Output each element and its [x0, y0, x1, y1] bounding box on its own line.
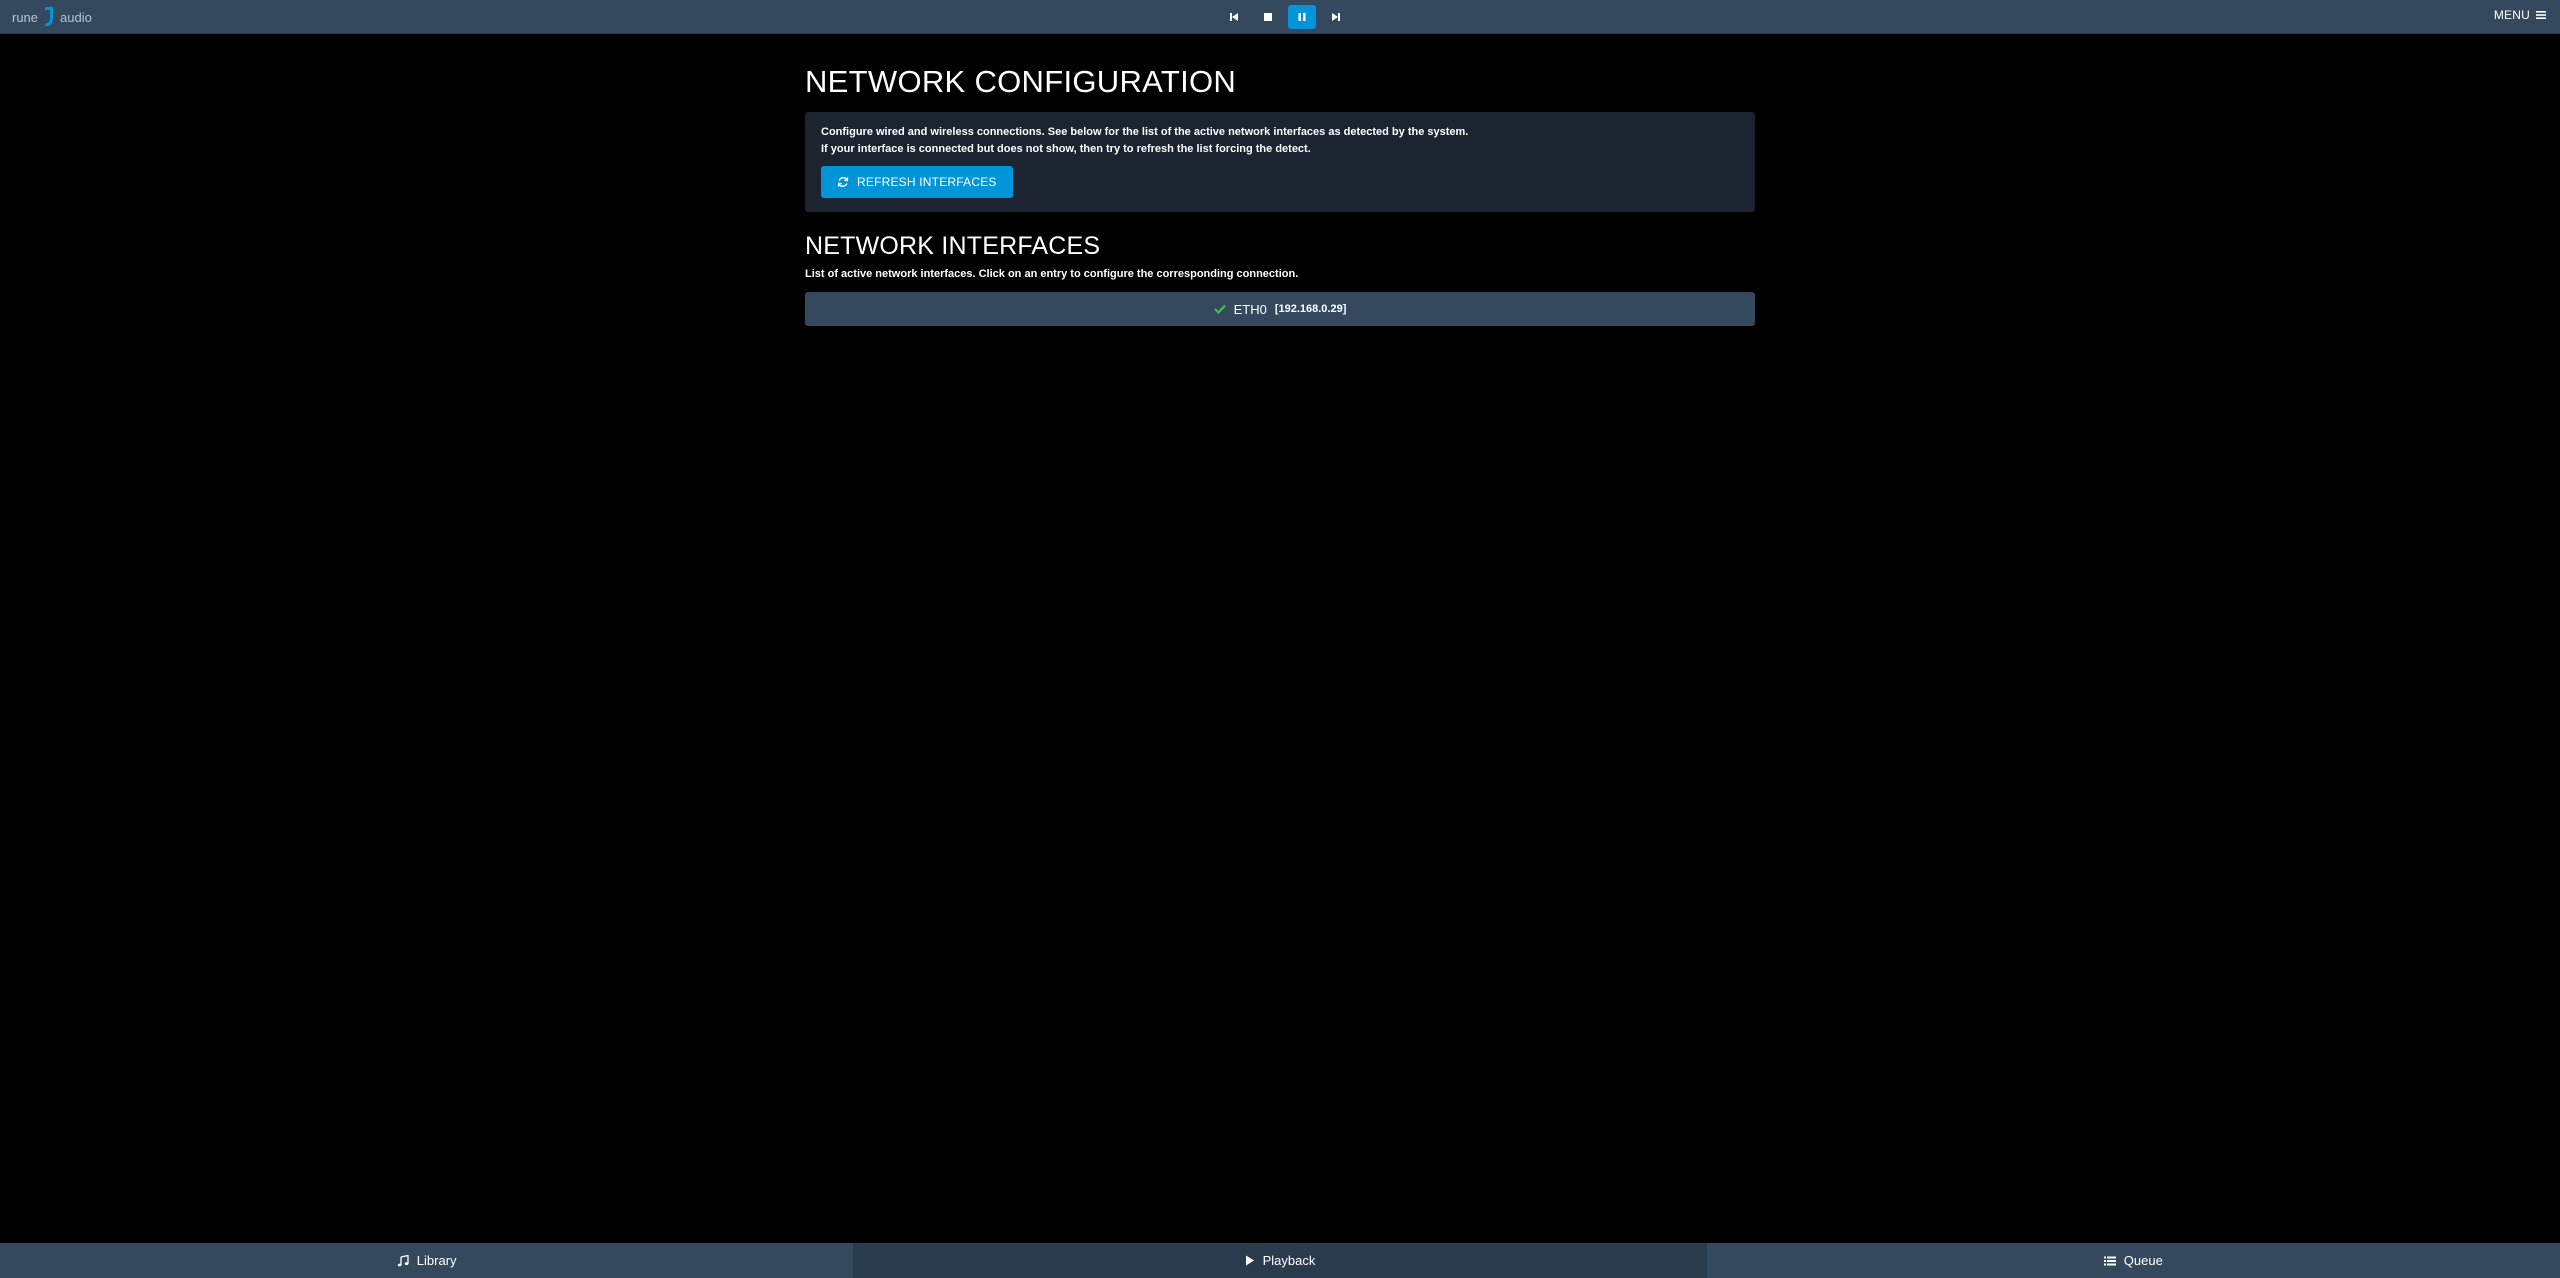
- list-icon: [2103, 1256, 2116, 1265]
- music-note-icon: [397, 1254, 409, 1266]
- step-backward-icon: [1230, 13, 1238, 21]
- rune-logo-icon: [45, 7, 54, 27]
- refresh-interfaces-label: REFRESH INTERFACES: [857, 175, 997, 189]
- tab-library-label: Library: [416, 1253, 457, 1268]
- tab-queue-label: Queue: [2123, 1253, 2163, 1268]
- tab-library[interactable]: Library: [0, 1243, 853, 1278]
- menu-button[interactable]: MENU: [2494, 8, 2546, 22]
- interface-item-eth0[interactable]: ETH0 [192.168.0.29]: [805, 292, 1755, 326]
- info-text-line-2: If your interface is connected but does …: [821, 143, 1311, 155]
- logo-text-rune: rune: [12, 9, 39, 25]
- section-title-network-interfaces: NETWORK INTERFACES: [805, 232, 1101, 260]
- rune-audio-logo[interactable]: rune audio: [12, 5, 92, 29]
- tab-queue[interactable]: Queue: [1707, 1243, 2560, 1278]
- previous-button[interactable]: [1220, 5, 1248, 29]
- pause-icon: [1298, 13, 1306, 21]
- bottom-navbar: Library Playback Queue: [0, 1243, 2560, 1278]
- info-panel: Configure wired and wireless connections…: [805, 112, 1755, 212]
- page-title: NETWORK CONFIGURATION: [805, 64, 1237, 99]
- play-icon: [1245, 1255, 1254, 1266]
- tab-playback[interactable]: Playback: [853, 1243, 1707, 1278]
- main-content: NETWORK CONFIGURATION Configure wired an…: [805, 62, 1755, 326]
- check-icon: [1213, 304, 1226, 314]
- interface-ip: [192.168.0.29]: [1274, 303, 1347, 315]
- refresh-interfaces-button[interactable]: REFRESH INTERFACES: [821, 166, 1013, 198]
- step-forward-icon: [1332, 13, 1340, 21]
- stop-button[interactable]: [1254, 5, 1282, 29]
- logo-text-audio: audio: [60, 9, 92, 25]
- menu-label: MENU: [2493, 8, 2530, 22]
- next-button[interactable]: [1322, 5, 1350, 29]
- pause-button[interactable]: [1288, 5, 1316, 29]
- hamburger-icon: [2536, 11, 2546, 19]
- info-text-line-1: Configure wired and wireless connections…: [821, 126, 1469, 138]
- interface-name: ETH0: [1233, 301, 1267, 317]
- playback-controls: [1220, 5, 1350, 29]
- stop-icon: [1264, 13, 1272, 21]
- top-navbar: rune audio MENU: [0, 0, 2560, 34]
- section-description: List of active network interfaces. Click…: [805, 268, 1299, 280]
- tab-playback-label: Playback: [1262, 1253, 1316, 1268]
- refresh-icon: [837, 177, 849, 187]
